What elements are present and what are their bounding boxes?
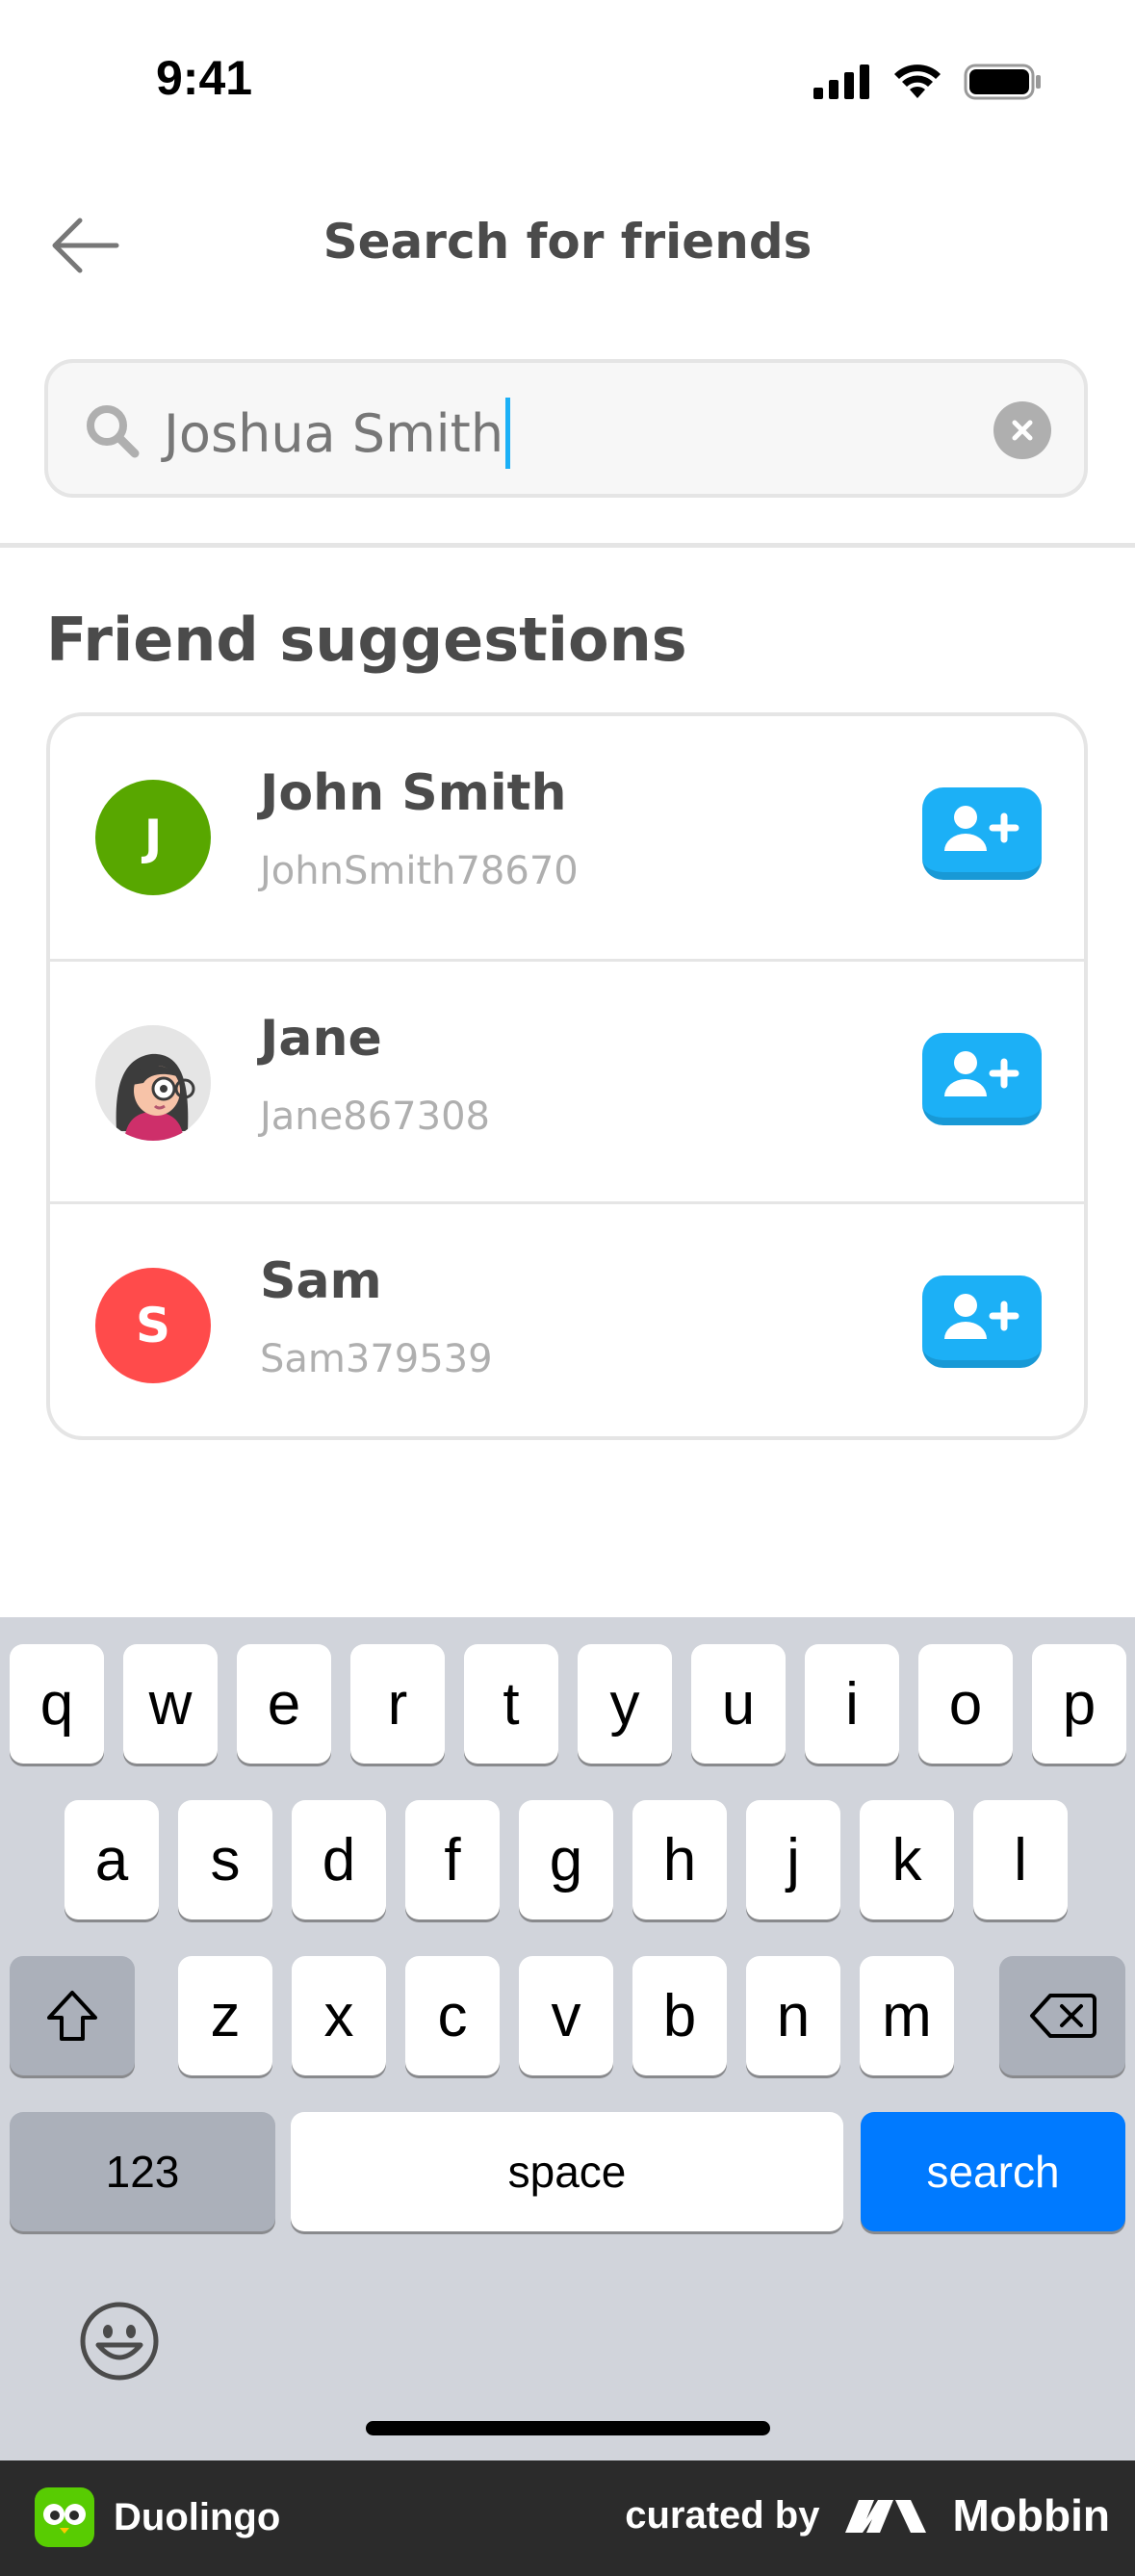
close-icon (1012, 420, 1033, 441)
status-icons (813, 64, 1043, 100)
cellular-signal-icon (813, 64, 869, 99)
add-user-icon (944, 1051, 1019, 1096)
jane-character-avatar-icon (95, 1025, 211, 1141)
avatar: S (95, 1268, 211, 1383)
search-icon (87, 405, 140, 458)
footer-brand: Duolingo (35, 2487, 280, 2547)
avatar-initial: S (135, 1298, 170, 1353)
friend-row[interactable]: J John Smith JohnSmith78670 (50, 716, 1084, 959)
emoji-icon (80, 2302, 159, 2381)
key-c[interactable]: c (405, 1956, 500, 2075)
key-i[interactable]: i (805, 1644, 899, 1764)
backspace-icon (1029, 1994, 1096, 2038)
key-s[interactable]: s (178, 1800, 272, 1919)
friend-row[interactable]: S Sam Sam379539 (50, 1201, 1084, 1436)
add-friend-button[interactable] (922, 787, 1042, 880)
key-w[interactable]: w (123, 1644, 218, 1764)
curated-by-label: curated by (625, 2493, 820, 2537)
search-input-text: Joshua Smith (164, 402, 504, 464)
friend-username: Jane867308 (260, 1095, 490, 1139)
friend-username: Sam379539 (260, 1337, 493, 1381)
key-o[interactable]: o (918, 1644, 1013, 1764)
friend-name: John Smith (260, 764, 567, 822)
space-key[interactable]: space (291, 2112, 843, 2231)
shift-key[interactable] (10, 1956, 135, 2075)
shift-icon (47, 1991, 97, 2041)
clear-search-button[interactable] (993, 401, 1051, 459)
delete-key[interactable] (999, 1956, 1125, 2075)
avatar: J (95, 780, 211, 895)
section-title: Friend suggestions (46, 605, 687, 675)
add-user-icon (944, 1294, 1019, 1339)
page-title: Search for friends (322, 214, 813, 270)
key-j[interactable]: j (746, 1800, 840, 1919)
keyboard: q w e r t y u i o p a s d f g h j k l z … (0, 1617, 1135, 2460)
search-field[interactable]: Joshua Smith (44, 359, 1088, 498)
battery-icon (964, 64, 1041, 100)
text-caret (505, 398, 511, 469)
header-divider (0, 543, 1135, 548)
search-icon-wrap (83, 401, 141, 463)
search-input[interactable]: Joshua Smith (164, 398, 511, 469)
key-m[interactable]: m (860, 1956, 954, 2075)
key-b[interactable]: b (632, 1956, 727, 2075)
key-y[interactable]: y (578, 1644, 672, 1764)
key-t[interactable]: t (464, 1644, 558, 1764)
status-time: 9:41 (156, 51, 253, 105)
key-d[interactable]: d (292, 1800, 386, 1919)
friend-username: JohnSmith78670 (260, 849, 579, 893)
key-a[interactable]: a (64, 1800, 159, 1919)
footer-bar: Duolingo curated by Mobbin (0, 2460, 1135, 2576)
footer-brand-name: Duolingo (114, 2495, 281, 2538)
duolingo-logo-icon (35, 2487, 94, 2547)
avatar-initial: J (143, 810, 163, 865)
friend-name: Sam (260, 1252, 382, 1310)
key-n[interactable]: n (746, 1956, 840, 2075)
key-z[interactable]: z (178, 1956, 272, 2075)
footer-credit: curated by Mobbin (625, 2489, 1110, 2541)
emoji-button[interactable] (79, 2301, 160, 2385)
key-x[interactable]: x (292, 1956, 386, 2075)
wifi-icon (894, 64, 941, 98)
key-g[interactable]: g (519, 1800, 613, 1919)
key-k[interactable]: k (860, 1800, 954, 1919)
home-indicator (366, 2421, 770, 2435)
key-p[interactable]: p (1032, 1644, 1126, 1764)
numbers-key[interactable]: 123 (10, 2112, 275, 2231)
mobbin-logo-icon (844, 2500, 926, 2533)
avatar (95, 1025, 211, 1141)
friend-suggestions-list: J John Smith JohnSmith78670 Jane Jane867… (46, 712, 1088, 1440)
add-friend-button[interactable] (922, 1275, 1042, 1368)
search-key[interactable]: search (861, 2112, 1125, 2231)
key-r[interactable]: r (350, 1644, 445, 1764)
key-e[interactable]: e (237, 1644, 331, 1764)
add-user-icon (944, 806, 1019, 851)
key-u[interactable]: u (691, 1644, 786, 1764)
mobbin-label: Mobbin (952, 2490, 1111, 2540)
friend-name: Jane (260, 1010, 382, 1068)
key-v[interactable]: v (519, 1956, 613, 2075)
key-f[interactable]: f (405, 1800, 500, 1919)
key-q[interactable]: q (10, 1644, 104, 1764)
key-h[interactable]: h (632, 1800, 727, 1919)
add-friend-button[interactable] (922, 1033, 1042, 1125)
key-l[interactable]: l (973, 1800, 1068, 1919)
friend-row[interactable]: Jane Jane867308 (50, 959, 1084, 1204)
